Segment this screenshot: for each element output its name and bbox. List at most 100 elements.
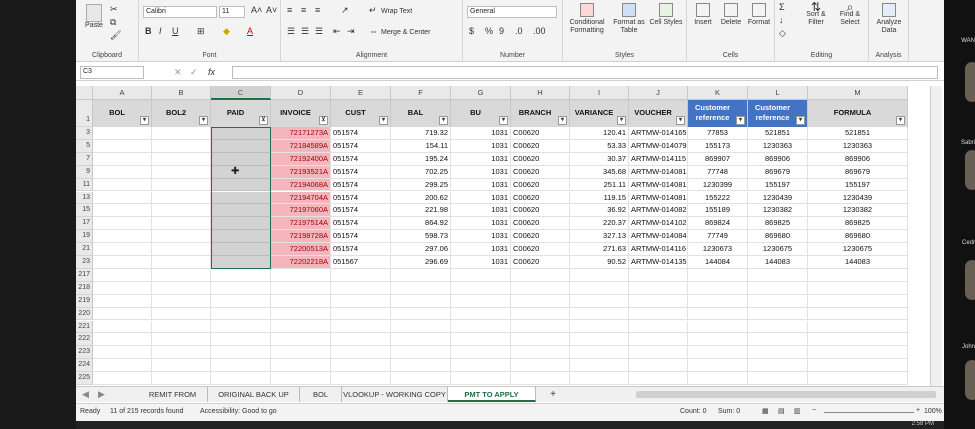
cell-g[interactable]: 1031 xyxy=(451,127,511,140)
cell-a[interactable] xyxy=(93,127,152,140)
analyze-data-button[interactable]: Analyze Data xyxy=(871,3,907,35)
add-sheet-button[interactable]: + xyxy=(542,387,564,402)
cell-e[interactable]: 051574 xyxy=(331,204,391,218)
cell-f[interactable] xyxy=(391,307,451,321)
cell-k[interactable]: 77853 xyxy=(688,127,748,140)
font-size-select[interactable]: 11 xyxy=(219,6,245,18)
cell-b[interactable] xyxy=(152,307,211,321)
cell-c[interactable] xyxy=(211,256,271,269)
cell-l[interactable] xyxy=(748,359,808,373)
column-header-g[interactable]: G xyxy=(451,86,511,100)
cell-i[interactable] xyxy=(570,320,629,334)
column-header-l[interactable]: L xyxy=(748,86,808,100)
cell-b[interactable] xyxy=(152,281,211,295)
cell-m[interactable]: 869680 xyxy=(808,230,908,244)
cell-a[interactable] xyxy=(93,217,152,231)
cell-h[interactable]: C00620 xyxy=(511,139,570,153)
cell-l[interactable] xyxy=(748,294,808,308)
find-select-button[interactable]: ⌕ Find & Select xyxy=(833,1,867,27)
cell-l[interactable] xyxy=(748,320,808,334)
decrease-decimal-icon[interactable]: .00 xyxy=(533,26,546,36)
cell-c[interactable] xyxy=(211,243,271,256)
cell-a[interactable] xyxy=(93,178,152,192)
cell-m[interactable] xyxy=(808,372,908,385)
cell-g[interactable]: 1031 xyxy=(451,256,511,269)
cell-d[interactable]: 72171273A xyxy=(271,127,331,140)
row-header[interactable]: 219 xyxy=(76,294,93,308)
cell-k[interactable] xyxy=(688,333,748,347)
comma-icon[interactable]: 9 xyxy=(499,26,504,36)
cell-g[interactable] xyxy=(451,294,511,308)
cell-g[interactable]: 1031 xyxy=(451,204,511,218)
header-cell-b[interactable]: BOL2 ▾ xyxy=(152,100,211,127)
cell-i[interactable] xyxy=(570,372,629,385)
merge-icon[interactable]: ⇔ xyxy=(369,26,378,36)
cell-i[interactable]: 53.33 xyxy=(570,139,629,153)
cell-b[interactable] xyxy=(152,359,211,373)
cell-h[interactable]: C00620 xyxy=(511,165,570,179)
cell-e[interactable] xyxy=(331,268,391,282)
format-as-table-button[interactable]: Format as Table xyxy=(611,3,647,35)
increase-decimal-icon[interactable]: .0 xyxy=(515,26,523,36)
cell-m[interactable]: 869825 xyxy=(808,217,908,231)
filter-dropdown-icon[interactable]: ▾ xyxy=(617,116,626,125)
worksheet-grid[interactable]: A B C D E F G H I J K L M 1 BOL ▾ BOL2 ▾ PAID ⊻ INVOICE ⊻ CUST… xyxy=(76,86,944,386)
row-header[interactable]: 17 xyxy=(76,217,93,231)
cell-a[interactable] xyxy=(93,139,152,153)
cell-k[interactable]: 1230399 xyxy=(688,178,748,192)
cell-a[interactable] xyxy=(93,230,152,244)
cell-styles-button[interactable]: Cell Styles xyxy=(649,3,683,27)
row-header[interactable]: 19 xyxy=(76,230,93,244)
cell-g[interactable]: 1031 xyxy=(451,139,511,153)
cell-j[interactable] xyxy=(629,333,688,347)
cell-k[interactable]: 155189 xyxy=(688,204,748,218)
cell-i[interactable]: 220.37 xyxy=(570,217,629,231)
cell-h[interactable]: C00620 xyxy=(511,230,570,244)
cell-i[interactable] xyxy=(570,307,629,321)
cell-l[interactable]: 869679 xyxy=(748,165,808,179)
cell-i[interactable] xyxy=(570,333,629,347)
cell-d[interactable] xyxy=(271,320,331,334)
column-header-h[interactable]: H xyxy=(511,86,570,100)
zoom-level[interactable]: 100% xyxy=(924,408,942,415)
cell-b[interactable] xyxy=(152,320,211,334)
header-cell-a[interactable]: BOL ▾ xyxy=(93,100,152,127)
cell-d[interactable] xyxy=(271,359,331,373)
cell-d[interactable] xyxy=(271,333,331,347)
cell-j[interactable]: ARTMW-014116 xyxy=(629,243,688,256)
cell-c[interactable] xyxy=(211,191,271,205)
cell-a[interactable] xyxy=(93,294,152,308)
cell-h[interactable] xyxy=(511,294,570,308)
cell-j[interactable] xyxy=(629,307,688,321)
formula-input[interactable] xyxy=(232,66,938,79)
cell-m[interactable]: 1230363 xyxy=(808,139,908,153)
cell-d[interactable] xyxy=(271,372,331,385)
cell-l[interactable]: 1230382 xyxy=(748,204,808,218)
cell-a[interactable] xyxy=(93,243,152,256)
italic-icon[interactable]: I xyxy=(159,26,162,36)
cell-d[interactable]: 72197060A xyxy=(271,204,331,218)
cell-m[interactable]: 1230382 xyxy=(808,204,908,218)
cell-b[interactable] xyxy=(152,294,211,308)
cell-b[interactable] xyxy=(152,346,211,360)
cell-c[interactable] xyxy=(211,127,271,140)
cell-b[interactable] xyxy=(152,256,211,269)
cell-b[interactable] xyxy=(152,204,211,218)
filter-dropdown-icon[interactable]: ▾ xyxy=(379,116,388,125)
header-cell-d[interactable]: INVOICE ⊻ xyxy=(271,100,331,127)
cell-a[interactable] xyxy=(93,359,152,373)
cell-f[interactable] xyxy=(391,333,451,347)
number-format-select[interactable]: General xyxy=(467,6,557,18)
header-cell-j[interactable]: VOUCHER ▾ xyxy=(629,100,688,127)
cell-f[interactable]: 154.11 xyxy=(391,139,451,153)
cell-k[interactable] xyxy=(688,268,748,282)
cell-c[interactable] xyxy=(211,165,271,179)
cell-f[interactable] xyxy=(391,372,451,385)
filter-dropdown-icon[interactable]: ▾ xyxy=(796,116,805,125)
cell-l[interactable]: 869906 xyxy=(748,152,808,166)
cell-i[interactable]: 251.11 xyxy=(570,178,629,192)
cell-f[interactable] xyxy=(391,268,451,282)
increase-indent-icon[interactable]: ⇥ xyxy=(347,26,355,37)
zoom-out-icon[interactable]: − xyxy=(812,407,816,414)
cell-a[interactable] xyxy=(93,320,152,334)
